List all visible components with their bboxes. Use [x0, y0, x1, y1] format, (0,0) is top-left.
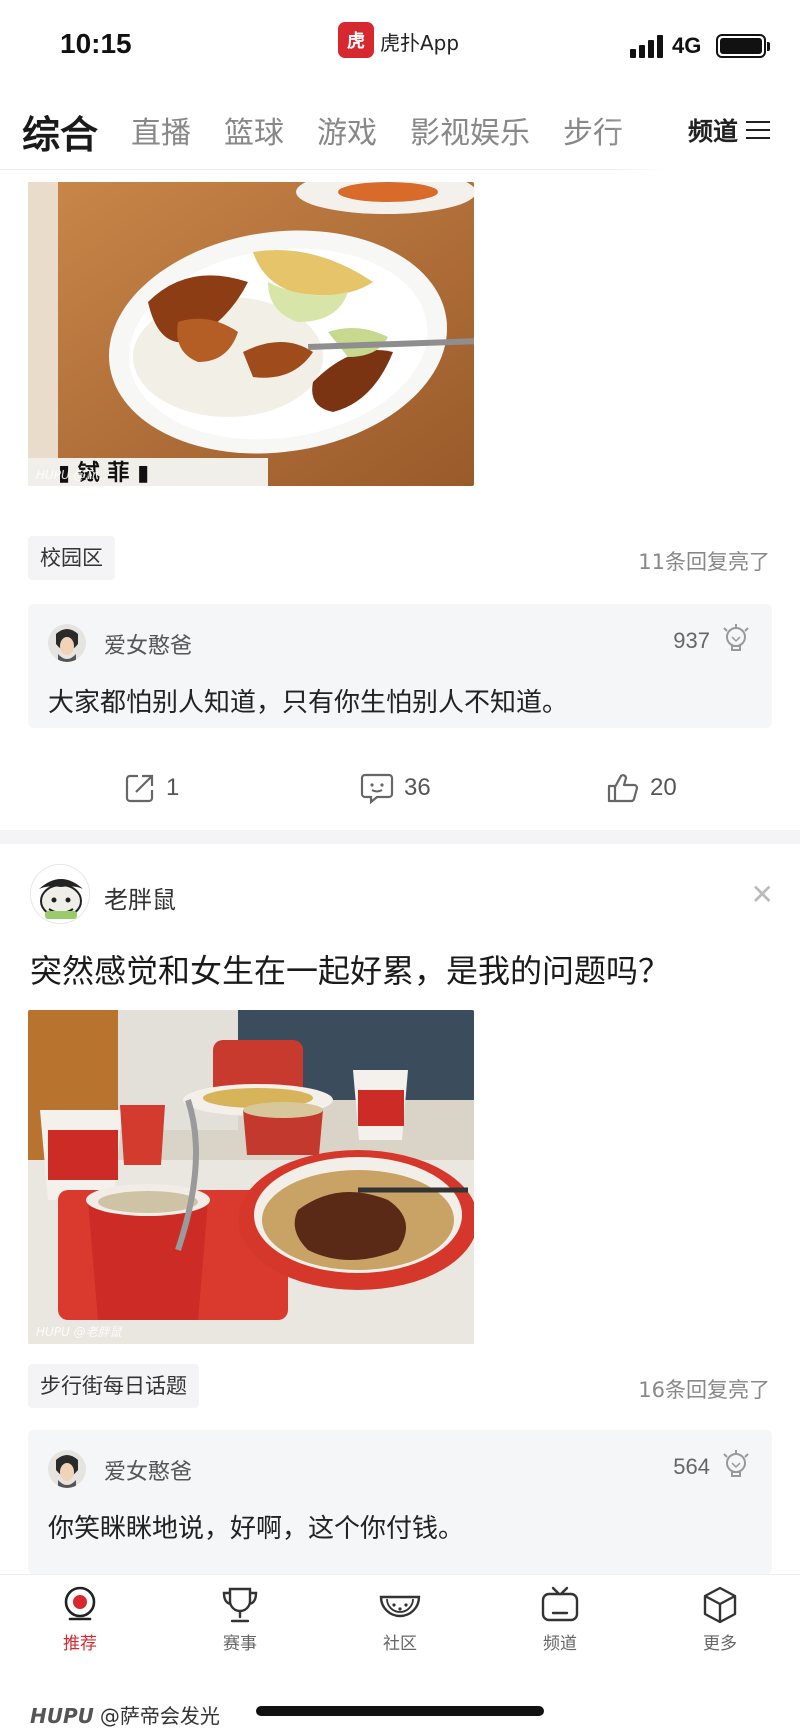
image-watermark: HUPU @萨帝会发光 [30, 1700, 220, 1729]
nav-label: 更多 [703, 1634, 737, 1654]
photo-watermark: HUPU @Tr... [36, 468, 108, 482]
channel-button[interactable]: 频道 [660, 90, 800, 170]
lightbulb-icon[interactable] [722, 624, 750, 656]
status-bar: 10:15 虎 虎扑App 4G [0, 0, 800, 90]
author-name[interactable]: 老胖鼠 [104, 880, 176, 915]
signal-icon [630, 34, 666, 58]
comment-count: 36 [404, 774, 431, 801]
watermelon-icon [379, 1595, 421, 1618]
lit-replies-count[interactable]: 16条回复亮了 [638, 1374, 770, 1404]
lightbulb-icon[interactable] [722, 1450, 750, 1482]
nav-recommend[interactable]: 推荐 [30, 1585, 130, 1665]
share-icon [125, 774, 154, 803]
comment-text: 你笑眯眯地说，好啊，这个你付钱。 [48, 1514, 465, 1544]
comment-icon [360, 773, 394, 804]
app-name: 虎扑App [380, 31, 460, 55]
nav-label: 推荐 [63, 1634, 97, 1654]
watermark-brand: HUPU [30, 1704, 94, 1728]
home-indicator[interactable] [256, 1706, 544, 1716]
section-tag[interactable]: 步行街每日话题 [28, 1364, 199, 1408]
bottom-navigation: 推荐 赛事 社区 频道 更多 [0, 1574, 800, 1672]
tab-general[interactable]: 综合 [22, 104, 98, 159]
comment-button[interactable]: 36 [360, 772, 431, 804]
post-card[interactable]: 老胖鼠 ✕ 突然感觉和女生在一起好累，是我的问题吗？ HUPU @老胖鼠 步行街… [0, 844, 800, 1574]
like-count: 20 [650, 774, 677, 801]
nav-label: 赛事 [223, 1634, 257, 1654]
watermark-handle: @萨帝会发光 [99, 1704, 220, 1728]
thumbs-up-icon [607, 774, 639, 803]
close-icon[interactable]: ✕ [751, 878, 774, 911]
section-tag[interactable]: 校园区 [28, 536, 115, 580]
nav-channels[interactable]: 频道 [510, 1585, 610, 1665]
comment-like-count: 564 [673, 1454, 710, 1479]
comment-username[interactable]: 爱女憨爸 [104, 628, 192, 660]
nav-label: 社区 [383, 1634, 417, 1654]
tab-games[interactable]: 游戏 [317, 108, 377, 163]
nav-label: 频道 [543, 1634, 577, 1654]
comment-text: 大家都怕别人知道，只有你生怕别人不知道。 [48, 688, 569, 718]
photo-watermark: HUPU @老胖鼠 [36, 1325, 122, 1339]
status-time: 10:15 [60, 28, 132, 59]
channel-label: 频道 [688, 117, 739, 146]
post-actions: 1 36 20 [0, 772, 800, 832]
feed-divider [0, 830, 800, 844]
post-photo[interactable]: HUPU @老胖鼠 [28, 1010, 474, 1344]
top-comment[interactable]: 爱女憨爸 937 大家都怕别人知道，只有你生怕别人不知道。 [28, 604, 772, 728]
tab-live[interactable]: 直播 [131, 108, 191, 163]
avatar[interactable] [48, 624, 86, 662]
lit-replies-count[interactable]: 11条回复亮了 [638, 546, 770, 576]
post-card[interactable]: ▮ 铽 菲 ▮ HUPU @Tr... 校园区 11条回复亮了 爱女憨爸 937… [0, 170, 800, 830]
category-tab-bar: 综合 直播 篮球 游戏 影视娱乐 步行 频道 [0, 90, 800, 170]
share-button[interactable]: 1 [124, 772, 179, 804]
top-comment[interactable]: 爱女憨爸 564 你笑眯眯地说，好啊，这个你付钱。 [28, 1430, 772, 1574]
battery-icon [716, 34, 770, 58]
nav-events[interactable]: 赛事 [190, 1585, 290, 1665]
tv-icon [541, 1586, 579, 1622]
post-photo[interactable]: ▮ 铽 菲 ▮ HUPU @Tr... [28, 182, 474, 486]
tab-basketball[interactable]: 篮球 [224, 108, 284, 163]
tab-entertainment[interactable]: 影视娱乐 [410, 108, 530, 163]
nav-community[interactable]: 社区 [350, 1585, 450, 1665]
author-avatar[interactable] [30, 864, 90, 924]
menu-icon [746, 120, 771, 140]
trophy-icon [222, 1587, 258, 1623]
hupu-logo-icon: 虎 [338, 22, 374, 58]
comment-username[interactable]: 爱女憨爸 [104, 1454, 192, 1486]
cube-icon [703, 1586, 737, 1624]
network-type: 4G [672, 33, 702, 58]
recommend-icon [64, 1586, 96, 1621]
category-tabs: 综合 直播 篮球 游戏 影视娱乐 步行 [22, 108, 623, 163]
share-count: 1 [166, 774, 180, 801]
food-photo-image [28, 1010, 474, 1344]
like-button[interactable]: 20 [606, 772, 677, 804]
food-photo-image: ▮ 铽 菲 ▮ [28, 182, 474, 486]
nav-more[interactable]: 更多 [670, 1585, 770, 1665]
avatar[interactable] [48, 1450, 86, 1488]
post-title[interactable]: 突然感觉和女生在一起好累，是我的问题吗？ [30, 946, 670, 992]
comment-like-count: 937 [673, 628, 710, 653]
